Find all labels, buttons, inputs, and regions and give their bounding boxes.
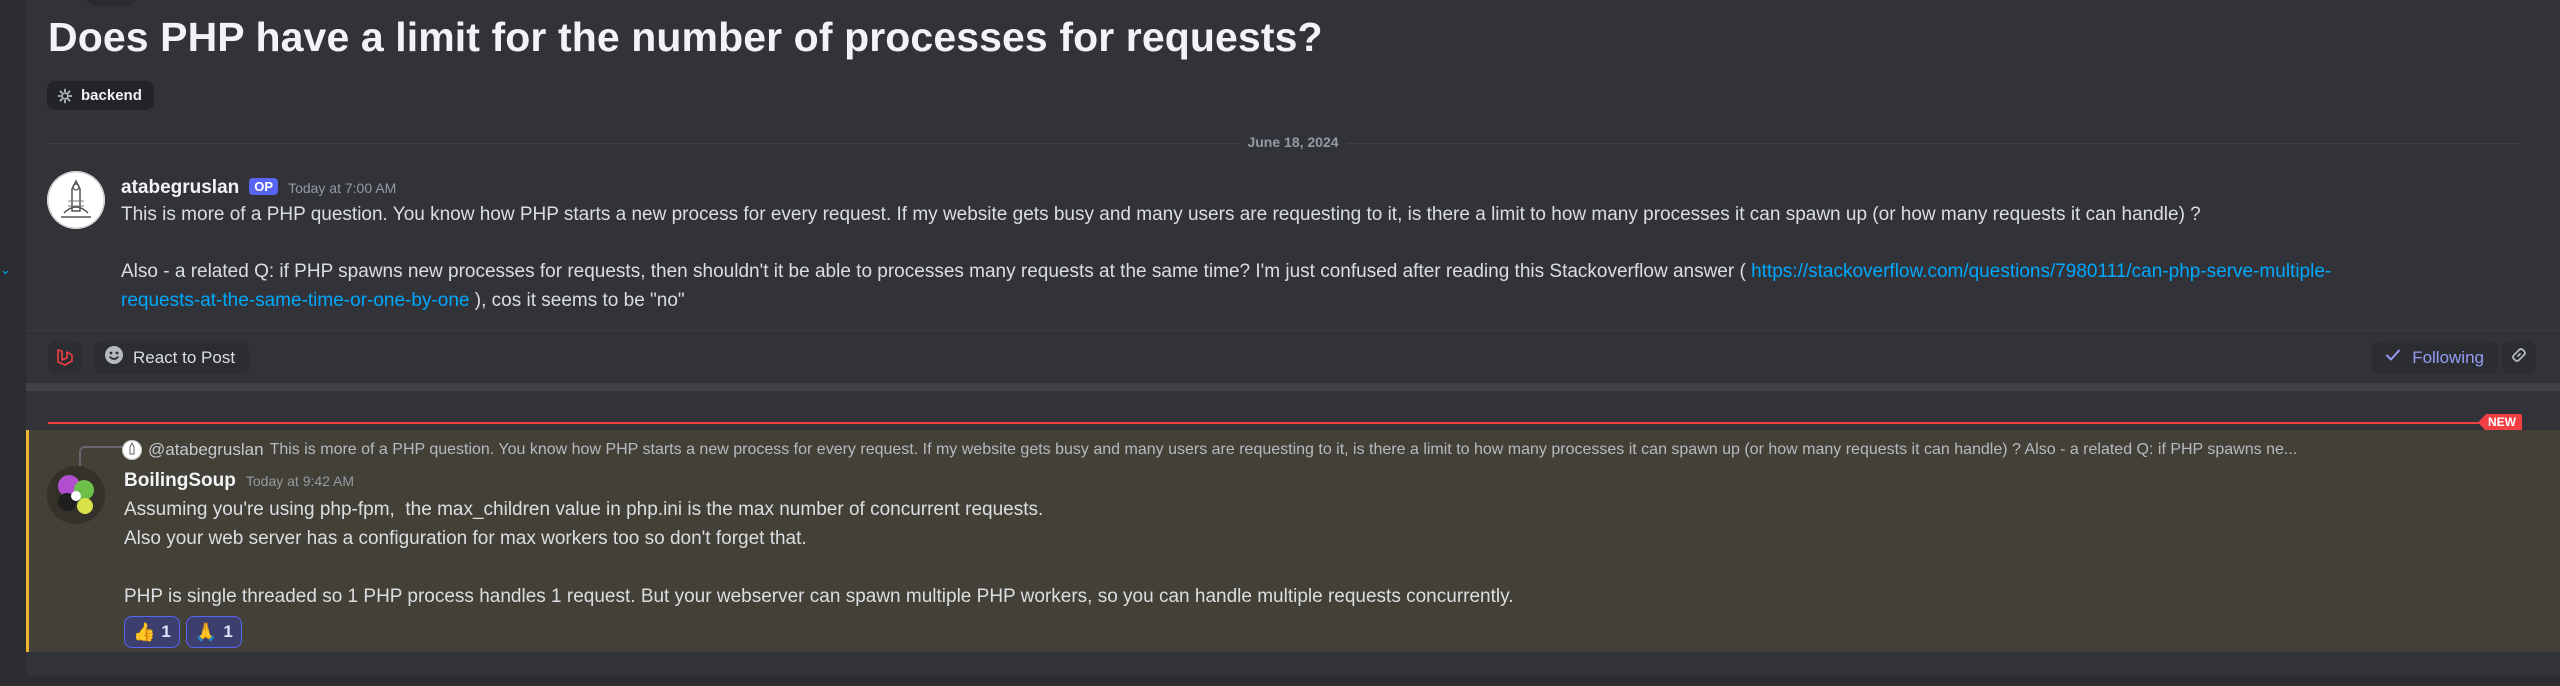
collapsed-chevron-icon[interactable]: ⌄ [0,262,11,278]
reply-message: @atabegruslan This is more of a PHP ques… [26,430,2560,652]
stackoverflow-link[interactable]: https://stackoverflow.com/questions/7980… [1751,261,2331,282]
date-divider-label: June 18, 2024 [1239,134,1347,150]
avatar[interactable] [47,466,105,524]
reply-timestamp: Today at 9:42 AM [245,473,355,489]
scrolled-element-stub [86,0,136,6]
thread-tag[interactable]: backend [47,81,154,110]
following-label: Following [2412,347,2484,367]
reply-reference-snippet[interactable]: This is more of a PHP question. You know… [270,441,2298,459]
avatar[interactable] [47,171,105,229]
reply-author[interactable]: BoilingSoup [124,470,236,492]
reaction-count: 1 [161,622,171,641]
pray-icon: 🙏 [194,621,218,642]
reaction-count: 1 [223,622,233,641]
reply-spine [79,446,123,466]
copy-link-button[interactable] [2502,341,2536,374]
stackoverflow-link-cont[interactable]: requests-at-the-same-time-or-one-by-one [121,290,469,311]
thread-view: Does PHP have a limit for the number of … [26,0,2560,686]
reply-reference[interactable]: @atabegruslan This is more of a PHP ques… [122,440,2522,460]
post-paragraph-2-end: ), cos it seems to be "no" [469,290,685,311]
bottom-edge [26,676,2560,686]
react-to-post-label: React to Post [133,347,236,367]
link-icon [2510,346,2528,369]
new-messages-line [48,422,2522,424]
laravel-icon[interactable] [48,341,82,373]
channel-sidebar-edge: ⌄ [0,0,26,686]
tag-label: backend [81,87,142,104]
thumbs-up-icon: 👍 [133,621,156,642]
reaction-pray[interactable]: 🙏 1 [185,616,242,648]
reply-reference-avatar [122,440,142,460]
reaction-thumbs-up[interactable]: 👍 1 [124,616,180,648]
reply-line-1: Assuming you're using php-fpm, the max_c… [124,499,1044,520]
reply-reference-author[interactable]: @atabegruslan [148,440,264,460]
reaction-bar: 👍 1 🙏 1 [124,616,242,648]
post-paragraph-1: This is more of a PHP question. You know… [121,204,2201,225]
op-badge: OP [249,178,279,195]
new-messages-badge: NEW [2478,414,2522,431]
post-header: atabegruslan OP Today at 7:00 AM [121,177,396,199]
react-to-post-button[interactable]: React to Post [94,341,250,374]
post-separator [26,383,2560,391]
checkmark-icon [2384,346,2402,369]
reply-line-2: Also your web server has a configuration… [124,528,807,549]
gear-icon [57,88,73,104]
post-timestamp: Today at 7:00 AM [288,180,397,196]
post-paragraph-2-text: Also - a related Q: if PHP spawns new pr… [121,261,1752,282]
reply-line-3: PHP is single threaded so 1 PHP process … [124,586,1514,607]
thread-title: Does PHP have a limit for the number of … [48,14,1323,60]
post-action-bar: React to Post Following [26,330,2560,384]
following-button[interactable]: Following [2372,341,2498,374]
post-author[interactable]: atabegruslan [121,177,239,199]
reply-header: BoilingSoup Today at 9:42 AM [124,470,354,492]
post-paragraph-2: Also - a related Q: if PHP spawns new pr… [121,257,2541,315]
emoji-smile-icon [104,345,124,370]
